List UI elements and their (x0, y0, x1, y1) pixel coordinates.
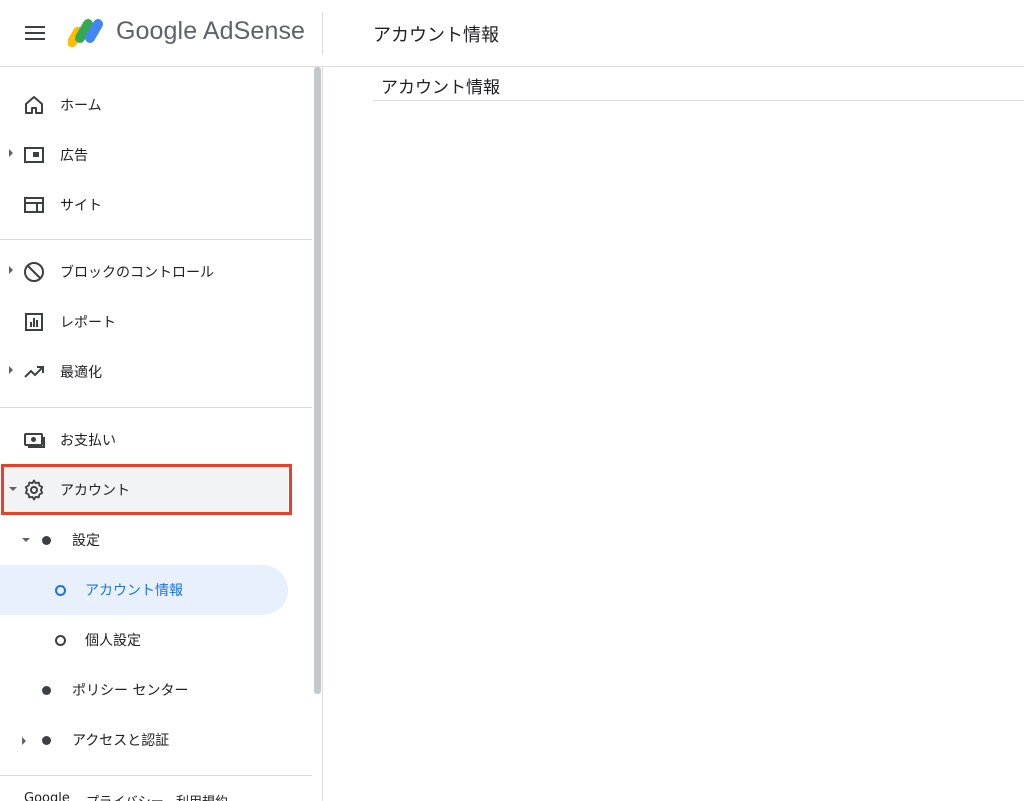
sidebar-item-block-controls[interactable]: ブロックのコントロール (0, 247, 312, 297)
bullet-ring-icon (55, 585, 66, 596)
collapse-arrow-icon[interactable] (22, 538, 30, 542)
footer-google: Google (24, 791, 70, 801)
expand-arrow-icon[interactable] (9, 266, 13, 274)
sidebar-subitem-access-auth[interactable]: アクセスと認証 (0, 715, 312, 765)
sidebar-item-label: 広告 (60, 148, 88, 164)
sidebar-item-label: ホーム (60, 98, 102, 114)
sidebar-subitem-label: 設定 (72, 533, 100, 549)
gear-icon (24, 479, 44, 501)
sidebar-subitem-label: アカウント情報 (85, 583, 183, 599)
bullet-dot-icon (42, 536, 51, 545)
home-icon (25, 96, 43, 114)
bullet-dot-icon (42, 736, 51, 745)
section-divider (373, 100, 1024, 101)
sidebar-item-label: アカウント (60, 483, 130, 499)
sidebar-subitem-label: アクセスと認証 (72, 733, 170, 749)
sidebar-item-sites[interactable]: サイト (0, 180, 312, 230)
sidebar-item-label: 最適化 (60, 365, 102, 381)
sidebar-subitem-settings[interactable]: 設定 (0, 515, 312, 565)
sidebar-item-label: ブロックのコントロール (60, 265, 214, 281)
block-icon (24, 262, 44, 282)
sidebar-subitem-label: 個人設定 (85, 633, 141, 649)
sidebar-item-label: お支払い (60, 433, 116, 449)
sidebar-subitem-account-info[interactable]: アカウント情報 (0, 565, 288, 615)
hamburger-menu-icon[interactable] (22, 20, 48, 46)
sidebar-item-ads[interactable]: 広告 (0, 130, 312, 180)
sidebar-item-account[interactable]: アカウント (0, 465, 312, 515)
sidebar-item-optimization[interactable]: 最適化 (0, 347, 312, 397)
section-heading: アカウント情報 (381, 78, 500, 98)
app-name[interactable]: Google AdSense (116, 17, 305, 46)
expand-arrow-icon[interactable] (9, 366, 13, 374)
header-divider (322, 12, 323, 54)
collapse-arrow-icon[interactable] (9, 487, 17, 491)
footer-privacy-link[interactable]: プライバシー (86, 791, 164, 801)
sidebar-divider (0, 239, 312, 240)
sidebar-item-label: サイト (60, 198, 102, 214)
expand-arrow-icon[interactable] (9, 149, 13, 157)
sidebar: ホーム 広告 サイト ブロックのコントロール レポート 最適化 お支払い アカウ… (0, 67, 323, 801)
report-icon (25, 313, 43, 331)
payments-icon (24, 433, 45, 448)
sidebar-item-label: レポート (60, 315, 116, 331)
footer-terms-link[interactable]: 利用規約 (176, 791, 228, 801)
trending-up-icon (24, 366, 44, 378)
sidebar-divider (0, 407, 312, 408)
ads-icon (24, 147, 44, 163)
adsense-logo-icon (68, 19, 103, 48)
sidebar-item-payments[interactable]: お支払い (0, 415, 312, 465)
top-app-bar: Google AdSense アカウント情報 (0, 0, 1024, 67)
page-title: アカウント情報 (373, 25, 499, 46)
sidebar-subitem-policy-center[interactable]: ポリシー センター (0, 665, 312, 715)
sidebar-subitem-personal-settings[interactable]: 個人設定 (0, 615, 312, 665)
sites-icon (24, 197, 44, 213)
sidebar-footer: Google プライバシー 利用規約 (0, 775, 312, 801)
sidebar-item-home[interactable]: ホーム (0, 80, 312, 130)
bullet-dot-icon (42, 686, 51, 695)
bullet-ring-icon (55, 635, 66, 646)
expand-arrow-icon[interactable] (22, 737, 26, 745)
sidebar-scrollbar-thumb[interactable] (314, 67, 321, 694)
sidebar-subitem-label: ポリシー センター (72, 683, 189, 699)
sidebar-item-reports[interactable]: レポート (0, 297, 312, 347)
